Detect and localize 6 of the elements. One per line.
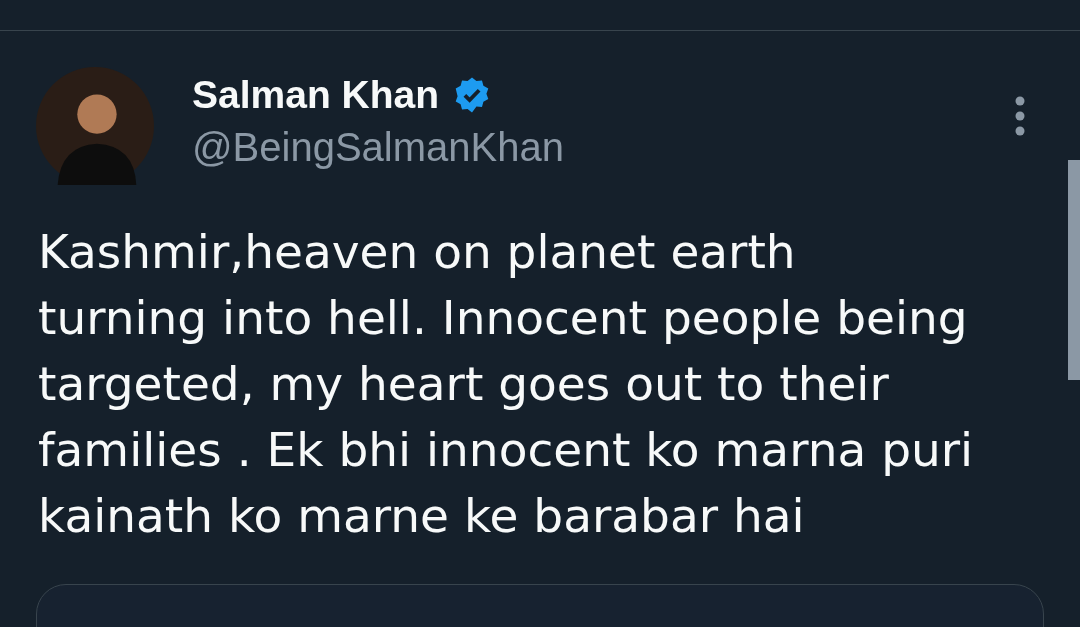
tweet-text: Kashmir,heaven on planet earth turning into hell. Innocent people being targeted, my heart goes out to their families . Ek bhi innocent ko marna puri kainath ko marne ke barabar hai xyxy=(38,223,974,545)
avatar[interactable] xyxy=(36,67,154,185)
author-name[interactable]: Salman Khan xyxy=(192,73,440,117)
author-handle[interactable]: @BeingSalmanKhan xyxy=(192,125,564,170)
more-options-icon[interactable] xyxy=(1014,96,1026,136)
scrollbar[interactable] xyxy=(1068,160,1080,380)
